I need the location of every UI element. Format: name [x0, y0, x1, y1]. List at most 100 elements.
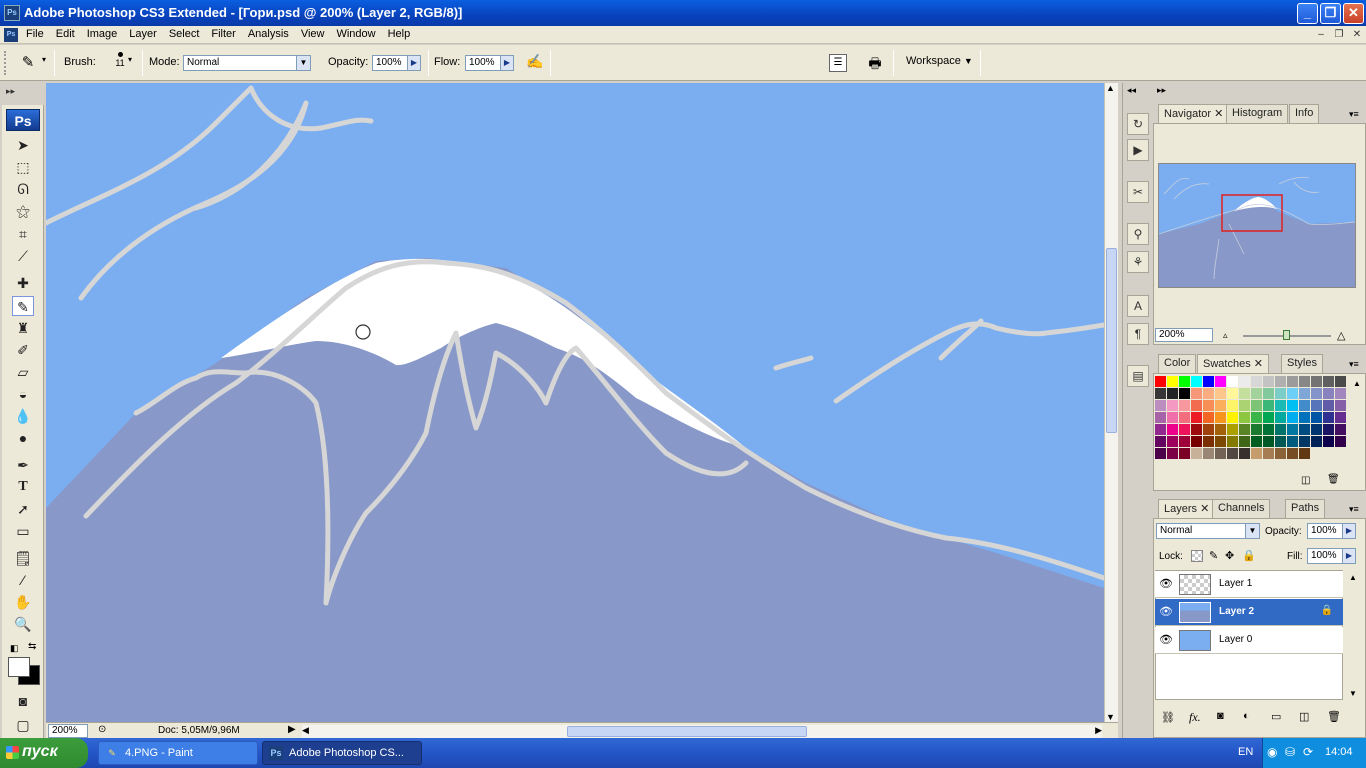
- options-grip[interactable]: [4, 51, 12, 75]
- layer-row-layer-0[interactable]: 👁 Layer 0: [1155, 627, 1343, 654]
- document-canvas[interactable]: [46, 83, 1104, 722]
- color-swatch[interactable]: [1299, 376, 1310, 387]
- color-swatch[interactable]: [1179, 424, 1190, 435]
- dock-grip[interactable]: ◂◂: [1127, 85, 1136, 96]
- ps-logo[interactable]: Ps: [6, 109, 40, 131]
- color-swatch[interactable]: [1287, 388, 1298, 399]
- palette-well-icon[interactable]: ☰: [829, 54, 847, 72]
- opacity-slider-button[interactable]: ▶: [407, 55, 421, 71]
- tab-color[interactable]: Color: [1158, 354, 1197, 373]
- paint-bucket-tool-icon[interactable]: ◒: [12, 384, 34, 404]
- scroll-left-icon[interactable]: ◀: [302, 725, 309, 736]
- color-swatch[interactable]: [1335, 376, 1346, 387]
- close-button[interactable]: ✕: [1343, 3, 1364, 24]
- color-swatch[interactable]: [1191, 424, 1202, 435]
- color-swatch[interactable]: [1251, 400, 1262, 411]
- opacity-input[interactable]: 100%: [372, 55, 408, 71]
- color-swatch[interactable]: [1299, 424, 1310, 435]
- color-swatch[interactable]: [1167, 376, 1178, 387]
- layers-scroll-down-icon[interactable]: ▼: [1349, 689, 1357, 698]
- tab-swatches[interactable]: Swatches ✕: [1197, 354, 1269, 373]
- color-swatch[interactable]: [1155, 400, 1166, 411]
- flow-input[interactable]: 100%: [465, 55, 501, 71]
- update-icon[interactable]: ⟳: [1303, 745, 1313, 759]
- color-swatch[interactable]: [1311, 424, 1322, 435]
- color-swatch[interactable]: [1275, 436, 1286, 447]
- tab-histogram[interactable]: Histogram: [1226, 104, 1289, 123]
- clone-stamp-tool-icon[interactable]: ♜: [12, 318, 34, 338]
- doc-minimize-button[interactable]: –: [1314, 29, 1328, 41]
- color-swatch[interactable]: [1299, 448, 1310, 459]
- menu-image[interactable]: Image: [81, 26, 124, 42]
- color-swatch[interactable]: [1203, 400, 1214, 411]
- menu-file[interactable]: File: [20, 26, 50, 42]
- color-swatch[interactable]: [1179, 436, 1190, 447]
- new-group-icon[interactable]: ▭: [1271, 710, 1281, 723]
- preset-dropdown-icon[interactable]: ▾: [42, 55, 46, 64]
- taskbar-item-paint[interactable]: ✎ 4.PNG - Paint: [98, 741, 258, 765]
- photoshop-app-icon[interactable]: Ps: [4, 5, 20, 21]
- shape-tool-icon[interactable]: ▭: [12, 521, 34, 541]
- color-swatch[interactable]: [1191, 448, 1202, 459]
- volume-icon[interactable]: ◉: [1267, 745, 1277, 759]
- new-swatch-icon[interactable]: ◫: [1301, 475, 1310, 486]
- lock-transparency-icon[interactable]: [1191, 550, 1203, 562]
- color-swatch[interactable]: [1239, 400, 1250, 411]
- layer-opacity-slider-button[interactable]: ▶: [1342, 523, 1356, 539]
- lock-pixels-icon[interactable]: ✎: [1209, 549, 1218, 562]
- menu-layer[interactable]: Layer: [123, 26, 163, 42]
- color-swatch[interactable]: [1251, 412, 1262, 423]
- maximize-button[interactable]: ❐: [1320, 3, 1341, 24]
- color-swatch[interactable]: [1251, 436, 1262, 447]
- zoom-field[interactable]: 200%: [48, 724, 88, 738]
- taskbar-item-photoshop[interactable]: Ps Adobe Photoshop CS...: [262, 741, 422, 765]
- layer-comps-panel-icon[interactable]: ▤: [1127, 365, 1149, 387]
- color-swatch[interactable]: [1275, 448, 1286, 459]
- color-swatch[interactable]: [1203, 388, 1214, 399]
- link-layers-icon[interactable]: ⛓: [1161, 711, 1175, 724]
- color-swatch[interactable]: [1275, 424, 1286, 435]
- tab-layers[interactable]: Layers ✕: [1158, 499, 1216, 518]
- adjustment-layer-icon[interactable]: ◐: [1243, 710, 1250, 722]
- panel-menu-icon[interactable]: ▾≡: [1349, 359, 1359, 370]
- healing-brush-tool-icon[interactable]: ✚: [12, 273, 34, 293]
- color-swatch[interactable]: [1155, 448, 1166, 459]
- pen-tool-icon[interactable]: ✒: [12, 455, 34, 475]
- color-swatch[interactable]: [1215, 448, 1226, 459]
- type-tool-icon[interactable]: T: [12, 477, 34, 497]
- slice-tool-icon[interactable]: ⟋: [12, 246, 34, 266]
- eye-icon[interactable]: 👁: [1159, 633, 1173, 647]
- crop-tool-icon[interactable]: ⌗: [12, 224, 34, 244]
- menu-analysis[interactable]: Analysis: [242, 26, 295, 42]
- lock-all-icon[interactable]: 🔒: [1242, 549, 1256, 562]
- default-colors-icon[interactable]: ◧: [10, 643, 19, 654]
- status-menu-arrow-icon[interactable]: ▶: [288, 724, 296, 735]
- tab-navigator[interactable]: Navigator ✕: [1158, 104, 1230, 123]
- color-swatch[interactable]: [1227, 424, 1238, 435]
- color-swatch[interactable]: [1215, 388, 1226, 399]
- color-swatch[interactable]: [1227, 448, 1238, 459]
- color-swatch[interactable]: [1323, 436, 1334, 447]
- color-swatch[interactable]: [1155, 412, 1166, 423]
- menu-help[interactable]: Help: [382, 26, 417, 42]
- color-swatch[interactable]: [1263, 400, 1274, 411]
- color-swatch[interactable]: [1299, 400, 1310, 411]
- color-swatch[interactable]: [1251, 376, 1262, 387]
- flow-slider-button[interactable]: ▶: [500, 55, 514, 71]
- color-swatch[interactable]: [1215, 424, 1226, 435]
- panel-menu-icon[interactable]: ▾≡: [1349, 504, 1359, 515]
- layer-mask-icon[interactable]: ◙: [1217, 710, 1224, 722]
- color-swatch[interactable]: [1323, 412, 1334, 423]
- color-swatch[interactable]: [1275, 412, 1286, 423]
- color-swatch[interactable]: [1287, 448, 1298, 459]
- vertical-scrollbar[interactable]: ▲ ▼: [1104, 83, 1118, 722]
- delete-layer-icon[interactable]: 🗑: [1327, 710, 1341, 723]
- scroll-down-icon[interactable]: ▼: [1106, 712, 1115, 722]
- color-swatch[interactable]: [1227, 376, 1238, 387]
- color-swatch[interactable]: [1335, 424, 1346, 435]
- color-swatch[interactable]: [1227, 436, 1238, 447]
- color-swatch[interactable]: [1191, 436, 1202, 447]
- screen-mode-icon[interactable]: ▢: [12, 715, 34, 735]
- foreground-color-swatch[interactable]: [8, 657, 30, 677]
- color-swatch[interactable]: [1191, 412, 1202, 423]
